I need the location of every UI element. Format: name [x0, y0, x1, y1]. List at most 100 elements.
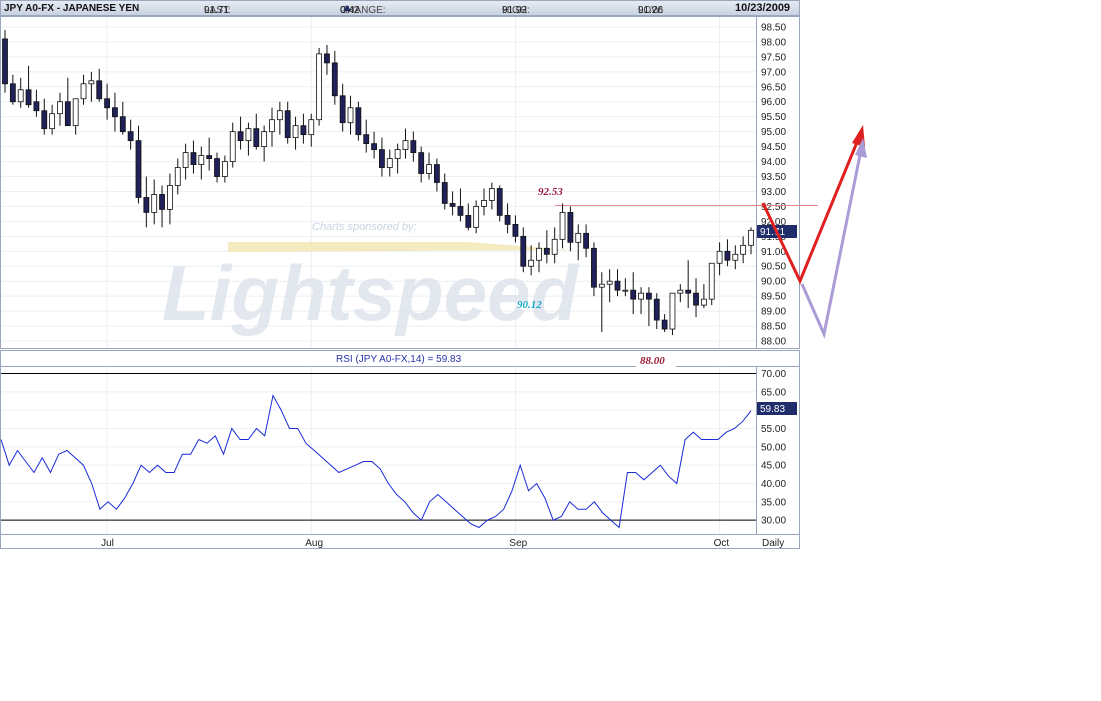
candle-body-down — [457, 206, 464, 216]
candle-body-up — [716, 250, 723, 264]
candle-body-down — [591, 247, 597, 288]
candle-body-up — [292, 125, 299, 139]
chart-header: JPY A0-FX - JAPANESE YEN LAST: 91.71 CHA… — [0, 0, 800, 16]
candle-body-up — [151, 194, 158, 213]
rsi-tick-label: 30.00 — [761, 516, 786, 527]
candle-body-down — [371, 143, 377, 150]
candle-body-down — [355, 107, 362, 136]
rsi-value-tag: 59.83 — [757, 402, 797, 415]
price-tick-label: 95.00 — [761, 127, 786, 138]
candle-body-up — [347, 107, 354, 124]
candle-body-down — [41, 110, 48, 130]
candle-body-up — [17, 89, 24, 103]
price-tick-label: 95.50 — [761, 112, 786, 123]
low-target-label: 88.00 — [640, 355, 665, 367]
candle-body-down — [410, 140, 417, 153]
price-tick-label: 98.50 — [761, 22, 786, 33]
rsi-tick-label: 70.00 — [761, 369, 786, 380]
candle — [355, 101, 362, 141]
candle-body-up — [536, 247, 542, 261]
candle-body-up — [276, 110, 283, 121]
candle-body-up — [606, 280, 613, 285]
candle-body-down — [685, 289, 692, 294]
candle-body-down — [363, 134, 370, 145]
candle-body-down — [339, 95, 346, 124]
candle-body-down — [135, 140, 142, 198]
candle-body-down — [9, 83, 16, 103]
candle-body-up — [198, 155, 205, 165]
candle-body-up — [88, 80, 95, 85]
candle-body-up — [316, 53, 323, 121]
chart-date: 10/23/2009 — [735, 2, 791, 14]
candle-body-up — [72, 98, 79, 127]
candle-body-down — [496, 188, 503, 216]
time-axis — [0, 534, 800, 549]
watermark-logo: Lightspeed — [162, 249, 579, 337]
candle-body-down — [661, 319, 668, 330]
candle-body-down — [567, 212, 574, 243]
candle-body-down — [127, 131, 134, 142]
rsi-value-tag-text: 59.83 — [760, 404, 785, 415]
candle-body-up — [559, 212, 566, 240]
support-label: 90.12 — [517, 299, 542, 311]
last-value: 91.71 — [204, 5, 230, 16]
candle-body-down — [284, 110, 291, 139]
candle-body-up — [426, 164, 432, 174]
time-tick-label: Oct — [714, 538, 730, 549]
rsi-tick-label: 55.00 — [761, 424, 786, 435]
candle — [316, 47, 323, 126]
rsi-tick-label: 65.00 — [761, 387, 786, 398]
candle-body-up — [481, 200, 487, 207]
price-tick-label: 93.00 — [761, 187, 786, 198]
candle-body-up — [575, 232, 582, 243]
candle-body-down — [237, 131, 244, 142]
candle-body-up — [49, 113, 56, 130]
candle-body-down — [630, 289, 637, 300]
candle-body-up — [221, 161, 228, 177]
candle-body-down — [653, 298, 660, 321]
time-tick-label: Sep — [509, 538, 527, 549]
candle — [669, 292, 676, 336]
candle-body-up — [732, 253, 739, 261]
candle-body-down — [379, 149, 385, 168]
high-value: 91.92 — [502, 5, 528, 16]
candle-body-down — [614, 280, 621, 291]
time-tick-label: Jul — [101, 538, 114, 549]
candle-body-up — [622, 289, 629, 292]
resistance-label: 92.53 — [538, 186, 563, 198]
candle-body-up — [261, 131, 268, 148]
candle-body-down — [64, 101, 71, 127]
candle-body-up — [229, 131, 236, 162]
candle-body-down — [2, 38, 8, 85]
candle-body-down — [112, 107, 118, 118]
candle-body-up — [638, 292, 644, 300]
rsi-tick-label: 40.00 — [761, 479, 786, 490]
candle-body-up — [167, 185, 173, 210]
candle-body-down — [190, 152, 197, 165]
candle — [2, 29, 8, 93]
symbol-title: JPY A0-FX - JAPANESE YEN — [4, 3, 140, 14]
price-tick-label: 88.00 — [761, 337, 786, 348]
chart-canvas: 88.0088.5089.0089.5090.0090.5091.0091.50… — [0, 16, 867, 549]
candle-body-down — [159, 194, 165, 210]
price-tick-label: 94.50 — [761, 142, 786, 153]
candle-body-down — [206, 155, 213, 159]
candle-body-up — [182, 152, 189, 168]
candle-body-up — [700, 298, 707, 306]
candle-body-down — [418, 152, 425, 174]
candle-body-up — [80, 83, 87, 100]
price-tick-label: 89.00 — [761, 307, 786, 318]
rsi-title: RSI (JPY A0-FX,14) = 59.83 — [336, 354, 462, 365]
sponsor-text: Charts sponsored by: — [312, 221, 417, 233]
candle-body-down — [512, 223, 519, 237]
candle-body-down — [433, 164, 440, 183]
low-value: 91.26 — [638, 5, 664, 16]
candle-body-up — [402, 140, 409, 151]
candle-body-down — [449, 203, 456, 207]
candle-body-down — [465, 214, 472, 228]
candle-body-up — [394, 149, 401, 159]
candle-body-up — [528, 259, 535, 267]
candle-body-up — [57, 101, 63, 115]
time-tick-label: Aug — [305, 538, 323, 549]
candle-body-down — [104, 98, 110, 109]
